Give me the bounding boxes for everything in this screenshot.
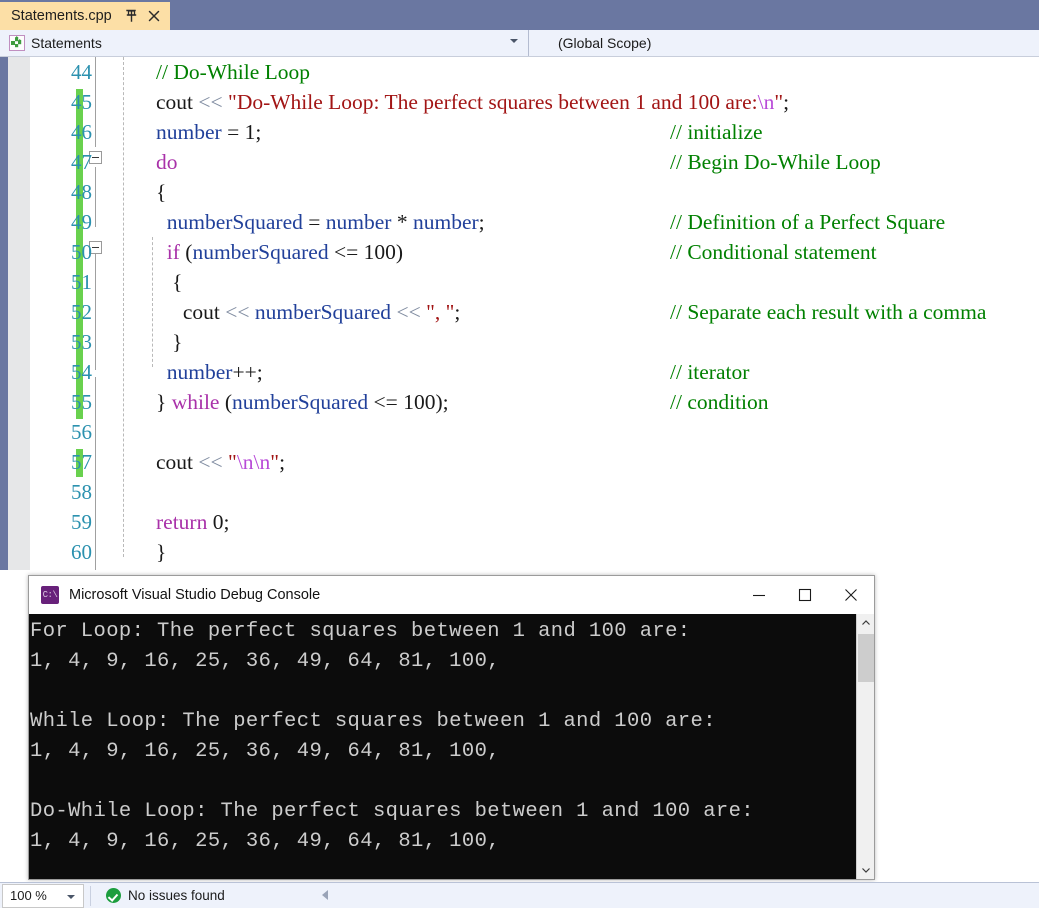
code-line: 46 number = 1; // initialize xyxy=(30,117,1039,147)
code-line: 48 { xyxy=(30,177,1039,207)
code-editor[interactable]: 44 // Do-While Loop 45 cout << "Do-While Lo… xyxy=(0,57,1039,570)
code-line: 57 cout << "\n\n"; xyxy=(30,447,1039,477)
member-dropdown-label: (Global Scope) xyxy=(558,35,652,51)
code-line: 54 number++; // iterator xyxy=(30,357,1039,387)
navigation-bar: Statements (Global Scope) xyxy=(0,30,1039,57)
code-comment: // Begin Do-While Loop xyxy=(670,150,881,174)
code-line: 52 cout << numberSquared << ", "; // Sepa… xyxy=(30,297,1039,327)
code-comment: // iterator xyxy=(670,360,750,384)
editor-tab-strip: Statements.cpp xyxy=(0,0,1039,30)
minimize-icon[interactable] xyxy=(736,576,782,614)
code-comment: // initialize xyxy=(670,120,763,144)
maximize-icon[interactable] xyxy=(782,576,828,614)
arrow-left-icon[interactable] xyxy=(322,890,328,900)
issues-status[interactable]: No issues found xyxy=(106,888,225,903)
line-number: 58 xyxy=(71,480,92,504)
close-icon[interactable] xyxy=(828,576,874,614)
success-check-icon xyxy=(106,888,121,903)
code-line: 44 // Do-While Loop xyxy=(30,57,1039,87)
chevron-down-icon[interactable] xyxy=(857,861,874,879)
code-line: 49 numberSquared = number * number; // De… xyxy=(30,207,1039,237)
visual-studio-window: Statements.cpp Statements (Global Scope)… xyxy=(0,0,1039,908)
code-line: 53 } xyxy=(30,327,1039,357)
line-number: 44 xyxy=(71,60,92,84)
code-text: cout << "\n\n"; xyxy=(156,450,286,474)
code-comment: // Conditional statement xyxy=(670,240,877,264)
chevron-down-icon[interactable] xyxy=(67,894,75,899)
console-title-label: Microsoft Visual Studio Debug Console xyxy=(69,587,321,603)
pin-icon[interactable] xyxy=(124,8,138,24)
chevron-up-icon[interactable] xyxy=(857,614,874,632)
code-text: do xyxy=(156,150,178,174)
line-number: 47 xyxy=(71,150,92,174)
zoom-level-dropdown[interactable]: 100 % xyxy=(2,883,84,908)
editor-tab-label: Statements.cpp xyxy=(11,8,112,24)
code-text: cout << numberSquared << ", "; xyxy=(156,300,461,324)
scrollbar-thumb[interactable] xyxy=(858,634,874,682)
type-dropdown-label: Statements xyxy=(31,35,102,51)
code-text: { xyxy=(156,180,167,204)
line-number: 60 xyxy=(71,540,92,564)
code-line: 50 if (numberSquared <= 100) // Condition… xyxy=(30,237,1039,267)
zoom-level-value: 100 % xyxy=(10,888,47,903)
code-line: 45 cout << "Do-While Loop: The perfect sq… xyxy=(30,87,1039,117)
code-text: number = 1; xyxy=(156,120,262,144)
issues-status-label: No issues found xyxy=(128,888,225,903)
console-output-area[interactable]: For Loop: The perfect squares between 1 … xyxy=(29,614,874,879)
code-text: return 0; xyxy=(156,510,230,534)
code-comment: // Definition of a Perfect Square xyxy=(670,210,946,234)
code-line: 60} xyxy=(30,537,1039,567)
code-line: 51 { xyxy=(30,267,1039,297)
line-number: 45 xyxy=(71,90,92,114)
console-title-bar[interactable]: C:\ Microsoft Visual Studio Debug Consol… xyxy=(29,576,874,614)
line-number: 52 xyxy=(71,300,92,324)
line-number: 46 xyxy=(71,120,92,144)
code-line: 47 do // Begin Do-While Loop xyxy=(30,147,1039,177)
code-text: if (numberSquared <= 100) xyxy=(166,240,404,264)
line-number: 57 xyxy=(71,450,92,474)
line-number: 51 xyxy=(71,270,92,294)
line-number: 53 xyxy=(71,330,92,354)
type-dropdown[interactable]: Statements xyxy=(0,30,529,56)
line-number: 54 xyxy=(71,360,92,384)
code-line: 55 } while (numberSquared <= 100); // cond… xyxy=(30,387,1039,417)
code-text: numberSquared = number * number; xyxy=(166,210,485,234)
status-divider xyxy=(90,886,91,906)
code-lines: 44 // Do-While Loop 45 cout << "Do-While Lo… xyxy=(30,57,1039,570)
code-text: } while (numberSquared <= 100); xyxy=(156,390,449,414)
debug-console-window[interactable]: C:\ Microsoft Visual Studio Debug Consol… xyxy=(28,575,875,880)
member-dropdown[interactable]: (Global Scope) xyxy=(530,30,1039,56)
code-text: // Do-While Loop xyxy=(156,60,311,84)
code-text: number++; xyxy=(166,360,263,384)
code-comment: // condition xyxy=(670,390,769,414)
code-line: 59 return 0; xyxy=(30,507,1039,537)
code-text: } xyxy=(156,540,167,564)
window-controls xyxy=(736,576,874,614)
line-number: 50 xyxy=(71,240,92,264)
visual-studio-console-icon: C:\ xyxy=(41,586,59,604)
editor-left-margin xyxy=(0,57,8,570)
line-number: 56 xyxy=(71,420,92,444)
class-members-icon xyxy=(9,35,25,51)
status-bar: 100 % No issues found xyxy=(0,882,1039,908)
code-comment: // Separate each result with a comma xyxy=(670,300,987,324)
line-number: 49 xyxy=(71,210,92,234)
code-text: cout << "Do-While Loop: The perfect squa… xyxy=(156,90,790,114)
code-text: } xyxy=(156,330,183,354)
line-number: 55 xyxy=(71,390,92,414)
code-text: { xyxy=(156,270,183,294)
code-line: 56 xyxy=(30,417,1039,447)
console-output-text: For Loop: The perfect squares between 1 … xyxy=(30,620,755,853)
console-scrollbar[interactable] xyxy=(856,614,874,879)
code-line: 58 xyxy=(30,477,1039,507)
line-number: 59 xyxy=(71,510,92,534)
close-icon[interactable] xyxy=(147,8,161,24)
line-number: 48 xyxy=(71,180,92,204)
editor-tab-statements-cpp[interactable]: Statements.cpp xyxy=(0,2,170,30)
chevron-down-icon[interactable] xyxy=(510,39,518,43)
editor-gutter-background xyxy=(8,57,30,570)
